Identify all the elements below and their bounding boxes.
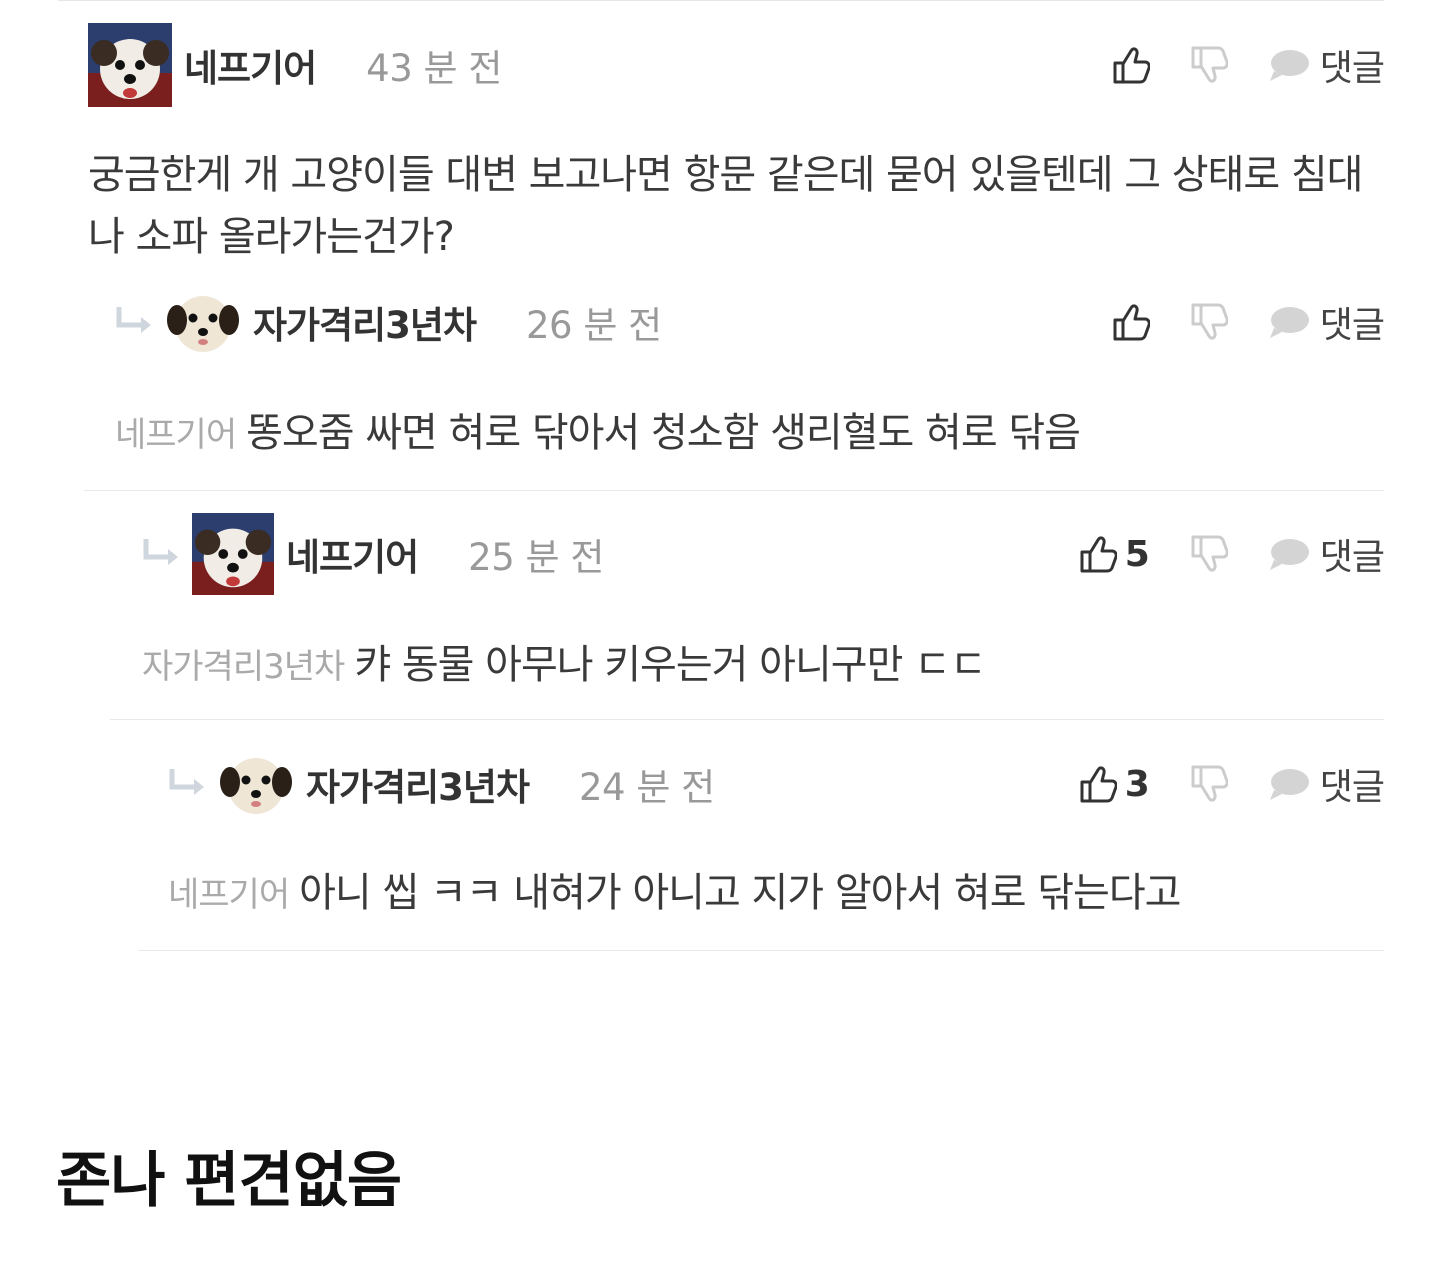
comment-divider <box>110 719 1384 720</box>
reply-button[interactable]: 댓글 <box>1268 39 1385 91</box>
speech-bubble-icon <box>1269 769 1309 800</box>
thumbs-down-icon <box>1191 765 1228 802</box>
speech-bubble-icon <box>1269 307 1309 338</box>
comment-time: 25 분 전 <box>468 536 604 579</box>
comment-actions: 5 댓글 <box>1079 528 1385 580</box>
reply-button[interactable]: 댓글 <box>1268 296 1385 348</box>
reply-label: 댓글 <box>1319 767 1385 808</box>
thumbs-up-icon <box>1080 536 1117 573</box>
puppy-avatar-icon[interactable] <box>218 746 294 822</box>
reply-label: 댓글 <box>1319 48 1385 89</box>
thumbs-down-icon <box>1191 303 1228 340</box>
comment-divider <box>138 950 1384 951</box>
dog-avatar-dark-icon[interactable] <box>192 513 274 595</box>
comment-body: 네프기어 똥오줌 싸면 혀로 닦아서 청소함 생리혈도 혀로 닦음 <box>115 402 1384 466</box>
dislike-button[interactable] <box>1190 534 1228 574</box>
comment-time: 43 분 전 <box>366 47 502 90</box>
comment-nickname[interactable]: 네프기어 <box>184 38 317 92</box>
comment-text: 똥오줌 싸면 혀로 닦아서 청소함 생리혈도 혀로 닦음 <box>246 410 1081 456</box>
comment-actions: 댓글 <box>1112 296 1385 348</box>
comment-nickname[interactable]: 자가격리3년차 <box>306 757 530 811</box>
thumbs-up-icon <box>1113 304 1150 341</box>
reply-arrow-icon <box>168 764 208 804</box>
mention-tag[interactable]: 네프기어 <box>115 415 237 455</box>
like-button[interactable]: 3 <box>1079 764 1150 805</box>
comment-2: 자가격리3년차 26 분 전 댓글 네프기어 똥오줌 싸면 혀로 닦아서 청소함… <box>115 282 1385 482</box>
comment-header: 자가격리3년차 24 분 전 3 댓글 <box>168 744 1385 824</box>
comment-header: 자가격리3년차 26 분 전 댓글 <box>115 282 1385 362</box>
comment-time: 24 분 전 <box>578 766 715 809</box>
comment-nickname[interactable]: 자가격리3년차 <box>253 295 477 349</box>
comment-4: 자가격리3년차 24 분 전 3 댓글 네프기어 아니 씹 ㅋㅋ 내혀가 아니고… <box>168 744 1385 944</box>
reply-label: 댓글 <box>1319 305 1385 346</box>
comment-body: 네프기어 아니 씹 ㅋㅋ 내혀가 아니고 지가 알아서 혀로 닦는다고 <box>168 862 1384 926</box>
comment-time: 26 분 전 <box>525 304 662 347</box>
comment-body: 궁금한게 개 고양이들 대변 보고나면 항문 같은데 묻어 있을텐데 그 상태로… <box>88 144 1384 268</box>
comment-text: 아니 씹 ㅋㅋ 내혀가 아니고 지가 알아서 혀로 닦는다고 <box>299 870 1181 916</box>
dislike-button[interactable] <box>1190 45 1228 85</box>
puppy-avatar-icon[interactable] <box>165 284 241 360</box>
thumbs-up-icon <box>1113 47 1150 84</box>
reply-button[interactable]: 댓글 <box>1268 528 1385 580</box>
reply-label: 댓글 <box>1319 537 1385 578</box>
reply-arrow-icon <box>142 534 182 574</box>
comment-actions: 3 댓글 <box>1079 758 1385 810</box>
comment-actions: 댓글 <box>1112 39 1385 91</box>
comment-divider <box>84 490 1384 491</box>
thumbs-down-icon <box>1191 535 1228 572</box>
like-button[interactable] <box>1112 45 1150 85</box>
thumbs-up-icon <box>1080 766 1117 803</box>
dog-avatar-dark-icon[interactable] <box>88 23 172 107</box>
speech-bubble-icon <box>1269 539 1309 570</box>
comment-text: 궁금한게 개 고양이들 대변 보고나면 항문 같은데 묻어 있을텐데 그 상태로… <box>88 152 1363 260</box>
like-button[interactable]: 5 <box>1079 534 1150 575</box>
dislike-button[interactable] <box>1190 302 1228 342</box>
caption-text: 존나 편견없음 <box>56 1146 402 1216</box>
comment-nickname[interactable]: 네프기어 <box>286 527 419 581</box>
dislike-button[interactable] <box>1190 764 1228 804</box>
comment-text: 캬 동물 아무나 키우는거 아니구만 ㄷㄷ <box>354 642 986 688</box>
top-divider <box>58 0 1384 1</box>
like-count: 5 <box>1124 533 1150 575</box>
comment-3: 네프기어 25 분 전 5 댓글 자가격리3년차 캬 동물 아무나 키우는거 아… <box>142 512 1385 712</box>
comment-1: 네프기어 43 분 전 댓글 궁금한게 개 고양이들 대변 보고나면 항문 같은… <box>88 22 1385 262</box>
mention-tag[interactable]: 자가격리3년차 <box>142 647 345 687</box>
like-count: 3 <box>1124 763 1150 805</box>
mention-tag[interactable]: 네프기어 <box>168 875 290 915</box>
comment-header: 네프기어 43 분 전 댓글 <box>88 22 1385 108</box>
like-button[interactable] <box>1112 302 1150 342</box>
reply-button[interactable]: 댓글 <box>1268 758 1385 810</box>
comment-header: 네프기어 25 분 전 5 댓글 <box>142 512 1385 596</box>
comment-body: 자가격리3년차 캬 동물 아무나 키우는거 아니구만 ㄷㄷ <box>142 634 1384 698</box>
speech-bubble-icon <box>1269 50 1309 81</box>
thumbs-down-icon <box>1191 46 1228 83</box>
reply-arrow-icon <box>115 302 155 342</box>
